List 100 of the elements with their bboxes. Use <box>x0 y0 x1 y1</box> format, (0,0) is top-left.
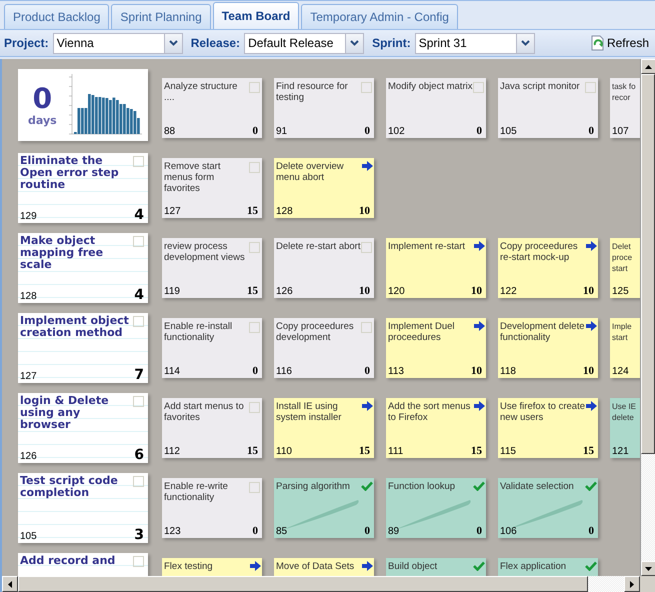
task-id: 113 <box>388 366 404 377</box>
task-title: Parsing algorithm <box>276 481 351 492</box>
task-card[interactable]: Analyze structure .... 88 0 <box>162 78 262 138</box>
task-title: Function lookup <box>388 481 456 492</box>
task-id: 85 <box>276 526 288 537</box>
task-card[interactable]: Enable re-write functionality 123 0 <box>162 478 262 538</box>
task-id: 123 <box>164 526 181 537</box>
task-estimate: 15 <box>247 205 258 217</box>
task-card[interactable]: Flex application <box>498 558 598 576</box>
task-estimate: 15 <box>471 445 482 457</box>
story-points: 3 <box>134 527 144 543</box>
story-card[interactable]: Add record and <box>18 553 148 576</box>
dropdown-field[interactable]: Vienna <box>52 32 183 54</box>
days-count: 0 <box>32 84 52 114</box>
task-card[interactable]: review process development views 119 15 <box>162 238 262 298</box>
dropdown-field[interactable]: Default Release <box>244 32 364 54</box>
task-title: Add the sort menus to Firefox <box>388 401 472 423</box>
task-id: 122 <box>500 286 517 297</box>
tab[interactable]: Sprint Planning <box>111 4 211 29</box>
task-estimate: 0 <box>252 365 258 377</box>
task-title: Validate selection <box>500 481 575 492</box>
dropdown-field[interactable]: Sprint 31 <box>414 32 535 54</box>
task-card[interactable]: Implement Duel proceedures 113 10 <box>386 318 486 378</box>
task-card[interactable]: Development delete functionality 118 10 <box>498 318 598 378</box>
task-id: 121 <box>612 446 629 457</box>
task-card[interactable]: Use IE delete 121 <box>610 398 640 458</box>
task-estimate: 15 <box>247 445 258 457</box>
task-card[interactable]: Delet proce start 125 <box>610 238 640 298</box>
task-id: 116 <box>276 366 292 377</box>
tab[interactable]: Team Board <box>212 2 300 29</box>
refresh-button[interactable]: Refresh <box>588 35 651 51</box>
task-id: 89 <box>388 526 400 537</box>
story-card[interactable]: login & Delete using any browser 126 6 <box>18 393 148 463</box>
task-card[interactable]: Delete re-start abort 126 10 <box>274 238 374 298</box>
task-card[interactable]: Java script monitor 105 0 <box>498 78 598 138</box>
task-estimate: 0 <box>364 525 370 537</box>
task-card[interactable]: Flex testing <box>162 558 262 576</box>
task-title: Enable re-install functionality <box>164 321 234 343</box>
story-id: 105 <box>20 531 37 542</box>
task-estimate: 0 <box>252 125 258 137</box>
task-id: 112 <box>164 446 180 457</box>
task-title: Implement Duel proceedures <box>388 321 456 343</box>
task-id: 115 <box>500 446 516 457</box>
task-title: Development delete functionality <box>500 321 586 343</box>
filter-label: Sprint: <box>372 36 411 50</box>
story-card[interactable]: Eliminate the Open error step routine 129 4 <box>18 153 148 223</box>
task-id: 88 <box>164 126 176 137</box>
task-card[interactable]: Install IE using system installer 110 15 <box>274 398 374 458</box>
task-title: Remove start menus form favorites <box>164 161 222 194</box>
task-card[interactable]: Remove start menus form favorites 127 15 <box>162 158 262 218</box>
task-id: 124 <box>612 366 629 377</box>
story-title: Eliminate the Open error step routine <box>20 155 120 191</box>
story-points: 4 <box>134 207 144 223</box>
tab[interactable]: Temporary Admin - Config <box>301 4 458 29</box>
story-card[interactable]: Make object mapping free scale 128 4 <box>18 233 148 303</box>
task-title: Move of Data Sets <box>276 561 356 572</box>
filter-label: Project: <box>4 36 49 50</box>
days-label: days <box>28 114 57 126</box>
task-card[interactable]: Delete overview menu abort 128 10 <box>274 158 374 218</box>
task-card[interactable]: Build object <box>386 558 486 576</box>
story-title: Add record and <box>20 555 116 567</box>
task-card[interactable]: Use firefox to create new users 115 15 <box>498 398 598 458</box>
task-card[interactable]: Find resource for testing 91 0 <box>274 78 374 138</box>
task-card[interactable]: Enable re-install functionality 114 0 <box>162 318 262 378</box>
task-card[interactable]: Parsing algorithm 85 0 <box>274 478 374 538</box>
task-estimate: 15 <box>247 285 258 297</box>
task-card[interactable]: Function lookup 89 0 <box>386 478 486 538</box>
task-card[interactable]: Validate selection 106 0 <box>498 478 598 538</box>
task-estimate: 10 <box>359 285 370 297</box>
task-card[interactable]: task fo recor 107 <box>610 78 640 138</box>
task-title: Copy proceedures development <box>276 321 355 343</box>
task-id: 105 <box>500 126 517 137</box>
task-card[interactable]: Move of Data Sets <box>274 558 374 576</box>
story-card[interactable]: Test script code completion 105 3 <box>18 473 148 543</box>
task-card[interactable]: Copy proceedures development 116 0 <box>274 318 374 378</box>
task-card[interactable]: Imple start 124 <box>610 318 640 378</box>
story-id: 128 <box>20 291 37 302</box>
task-title: Flex testing <box>164 561 214 572</box>
task-id: 107 <box>612 126 629 137</box>
story-title: Make object mapping free scale <box>20 235 104 271</box>
task-card[interactable]: Implement re-start 120 10 <box>386 238 486 298</box>
task-card[interactable]: Modify object matrix 102 0 <box>386 78 486 138</box>
task-id: 118 <box>500 366 516 377</box>
task-title: Copy proceedures re-start mock-up <box>500 241 579 263</box>
task-id: 102 <box>388 126 405 137</box>
task-estimate: 10 <box>583 365 594 377</box>
task-estimate: 10 <box>359 205 370 217</box>
story-id: 127 <box>20 371 37 382</box>
task-id: 111 <box>388 446 404 457</box>
story-title: Implement object creation method <box>20 315 130 339</box>
task-card[interactable]: Add the sort menus to Firefox 111 15 <box>386 398 486 458</box>
tab[interactable]: Product Backlog <box>4 4 110 29</box>
task-title: Modify object matrix <box>388 81 474 92</box>
task-estimate: 10 <box>583 285 594 297</box>
task-card[interactable]: Copy proceedures re-start mock-up 122 10 <box>498 238 598 298</box>
task-card[interactable]: Add start menus to favorites 112 15 <box>162 398 262 458</box>
story-card[interactable]: Implement object creation method 127 7 <box>18 313 148 383</box>
task-estimate: 10 <box>471 285 482 297</box>
task-estimate: 0 <box>252 525 258 537</box>
task-estimate: 0 <box>476 125 482 137</box>
